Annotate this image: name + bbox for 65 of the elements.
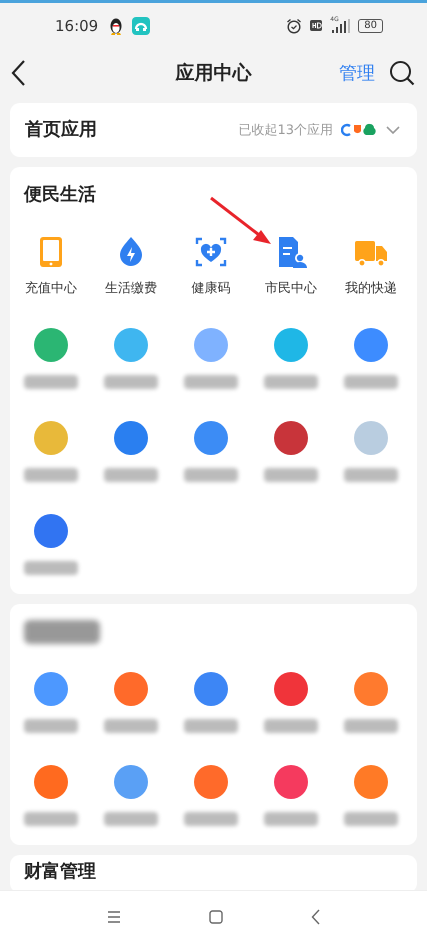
blurred-label	[24, 719, 78, 733]
blurred-app-icon[interactable]	[34, 672, 68, 706]
status-time: 16:09	[55, 16, 98, 34]
alarm-icon	[286, 18, 302, 34]
manage-button[interactable]: 管理	[339, 61, 375, 85]
app-label[interactable]: 市民中心	[265, 280, 317, 298]
blurred-app-icon[interactable]	[274, 765, 308, 799]
app-label[interactable]: 充值中心	[25, 280, 77, 298]
blurred-app-icon[interactable]	[114, 672, 148, 706]
blurred-label	[184, 719, 238, 733]
blurred-app-icon[interactable]	[114, 328, 148, 362]
section-title: 便民生活	[24, 183, 96, 207]
section-title: 财富管理	[24, 861, 96, 883]
blurred-app-icon[interactable]	[194, 328, 228, 362]
blurred-label	[24, 468, 78, 482]
hd-icon	[310, 20, 322, 31]
signal-icon	[330, 18, 350, 32]
blurred-label	[24, 375, 78, 389]
back-icon[interactable]	[10, 59, 26, 87]
blurred-label	[104, 719, 158, 733]
blurred-label	[104, 468, 158, 482]
blurred-label	[184, 375, 238, 389]
blurred-label	[344, 719, 398, 733]
blurred-label	[24, 561, 78, 575]
home-apps-card[interactable]: 首页应用 已收起13个应用	[10, 103, 417, 157]
blurred-label	[264, 812, 318, 826]
menu-icon[interactable]	[107, 911, 121, 923]
blurred-app-icon[interactable]	[274, 421, 308, 455]
blurred-app-icon[interactable]	[194, 672, 228, 706]
blurred-label	[104, 375, 158, 389]
blurred-app-icon[interactable]	[274, 328, 308, 362]
blurred-app-icon[interactable]	[354, 328, 388, 362]
app-icons-stack-drawing	[341, 123, 377, 137]
blurred-app-icon[interactable]	[114, 421, 148, 455]
blurred-app-icon[interactable]	[194, 765, 228, 799]
blurred-label	[24, 812, 78, 826]
section-title: 首页应用	[25, 118, 97, 142]
blurred-app-icon[interactable]	[354, 672, 388, 706]
blurred-label	[264, 375, 318, 389]
blurred-label	[184, 812, 238, 826]
collapsed-apps-summary: 已收起13个应用	[238, 122, 333, 139]
blurred-label	[344, 468, 398, 482]
blurred-label	[184, 468, 238, 482]
blurred-app-icon[interactable]	[34, 765, 68, 799]
blurred-app-icon[interactable]	[354, 765, 388, 799]
blurred-app-icon[interactable]	[34, 328, 68, 362]
blurred-label	[344, 812, 398, 826]
app-label[interactable]: 健康码	[192, 280, 230, 298]
penguin-icon	[108, 16, 124, 34]
app-label[interactable]: 生活缴费	[105, 280, 157, 298]
blurred-label	[344, 375, 398, 389]
app-notification-icon	[132, 16, 150, 34]
blurred-app-icon[interactable]	[114, 765, 148, 799]
blurred-label	[264, 468, 318, 482]
home-square-icon[interactable]	[209, 910, 223, 924]
chevron-down-icon[interactable]	[385, 125, 401, 135]
blurred-label	[104, 812, 158, 826]
app-label[interactable]: 我的快递	[345, 280, 397, 298]
blurred-app-icon[interactable]	[194, 421, 228, 455]
page-title: 应用中心	[176, 61, 252, 86]
battery-indicator: 80	[358, 18, 383, 32]
blurred-label	[264, 719, 318, 733]
blurred-app-icon[interactable]	[274, 672, 308, 706]
blurred-app-icon[interactable]	[34, 514, 68, 548]
search-icon[interactable]	[389, 60, 415, 86]
